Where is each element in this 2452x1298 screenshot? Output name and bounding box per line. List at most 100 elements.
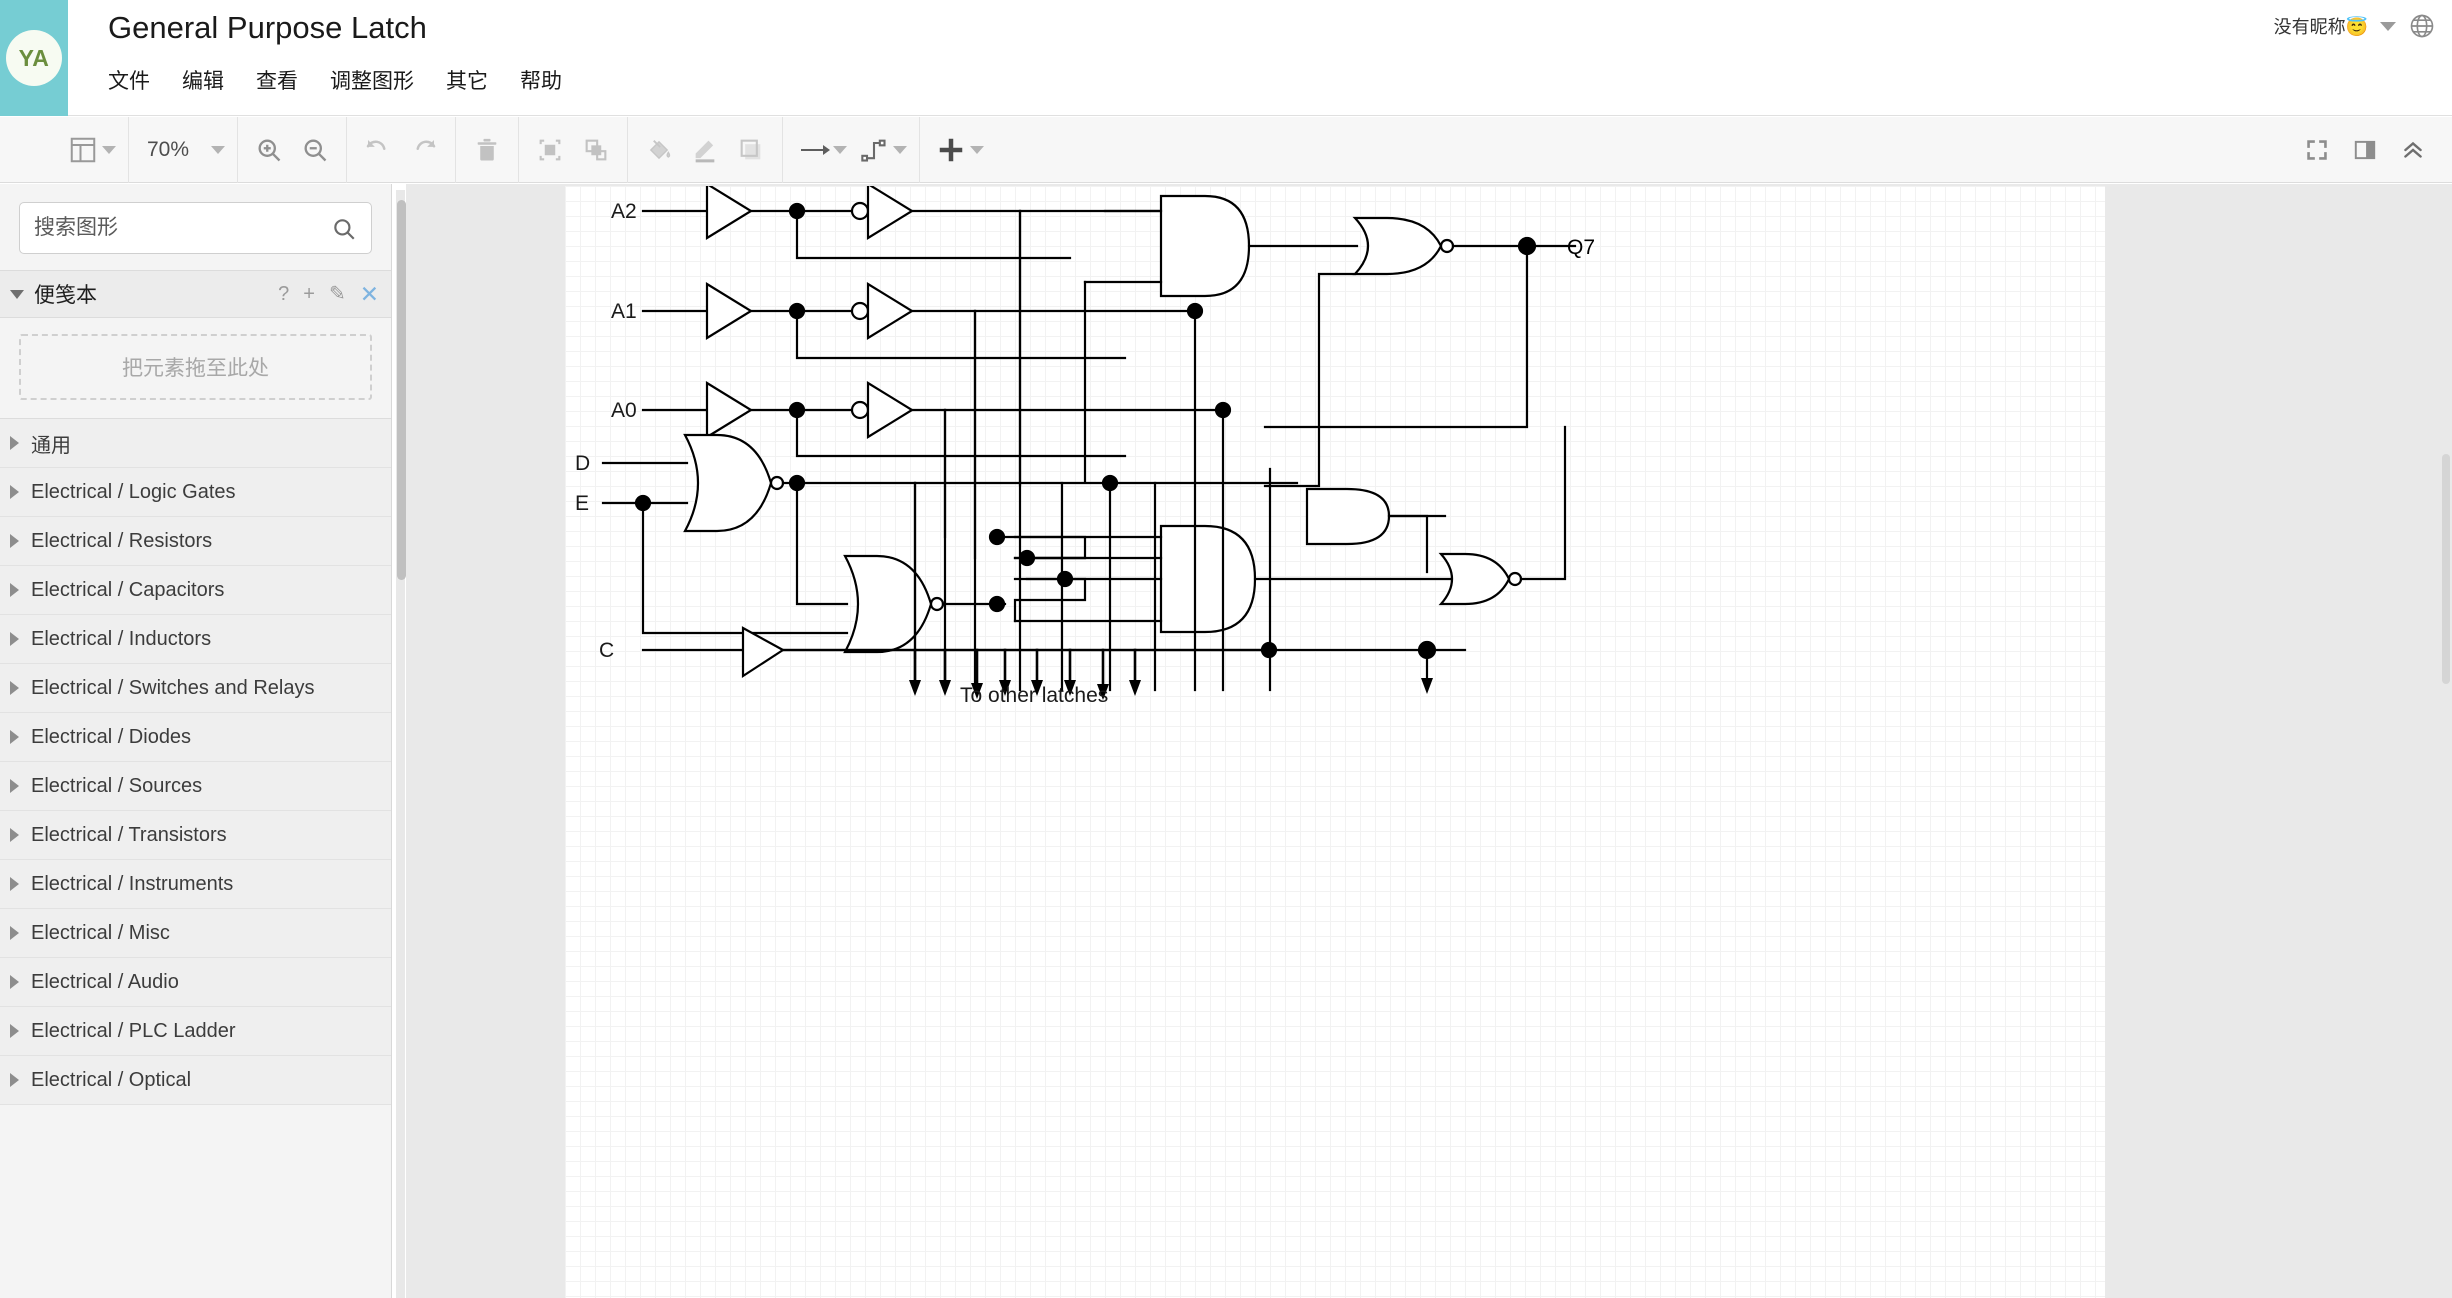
sidebar-scrollbar[interactable] xyxy=(396,190,406,1298)
palette-item-label: Electrical / Audio xyxy=(31,970,179,993)
shapes-sidebar: 便笺本 ? + ✎ ✕ 把元素拖至此处 通用 Electrical / Logi… xyxy=(0,184,392,1298)
user-name-label[interactable]: 没有昵称😇 xyxy=(2274,13,2368,39)
menu-item-arrange[interactable]: 调整图形 xyxy=(314,62,430,98)
palette-item-misc[interactable]: Electrical / Misc xyxy=(0,909,391,958)
search-input[interactable] xyxy=(20,216,371,240)
toolbar-group-style xyxy=(628,116,783,183)
trash-icon[interactable] xyxy=(464,127,510,173)
shadow-rect-icon[interactable] xyxy=(728,127,774,173)
zoom-level-value[interactable]: 70% xyxy=(137,138,199,162)
palette-item-audio[interactable]: Electrical / Audio xyxy=(0,958,391,1007)
fill-bucket-icon[interactable] xyxy=(636,127,682,173)
palette-item-resistors[interactable]: Electrical / Resistors xyxy=(0,517,391,566)
chevron-right-icon xyxy=(10,877,19,891)
close-icon[interactable]: ✕ xyxy=(360,282,379,306)
toolbar-group-insert xyxy=(920,117,996,183)
palette-item-capacitors[interactable]: Electrical / Capacitors xyxy=(0,566,391,615)
scratchpad-section-header[interactable]: 便笺本 ? + ✎ ✕ xyxy=(0,270,391,318)
elbow-connector-icon[interactable] xyxy=(851,127,897,173)
redo-icon[interactable] xyxy=(401,127,447,173)
help-icon[interactable]: ? xyxy=(278,284,289,304)
chevron-right-icon xyxy=(10,1073,19,1087)
palette-item-label: Electrical / Instruments xyxy=(31,872,234,895)
palette-item-label: 通用 xyxy=(31,434,71,457)
toolbar-right-cluster xyxy=(2294,127,2452,173)
layout-dropdown-caret-icon[interactable] xyxy=(102,145,116,154)
canvas-page[interactable]: Q7 A2 A1 A0 D E C To other latches xyxy=(565,186,2105,1298)
logo-initials: YA xyxy=(6,30,62,86)
toolbar-group-zoom-value: 70% xyxy=(129,116,238,183)
document-title[interactable]: General Purpose Latch xyxy=(108,10,427,46)
chevron-right-icon xyxy=(10,681,19,695)
insert-dropdown-caret-icon[interactable] xyxy=(970,145,984,154)
toolbar-group-connectors xyxy=(783,116,920,183)
zoom-dropdown-caret-icon[interactable] xyxy=(211,145,225,154)
app-root: YA General Purpose Latch 文件 编辑 查看 调整图形 其… xyxy=(0,0,2452,1298)
main-toolbar: 70% xyxy=(0,116,2452,183)
chevron-right-icon xyxy=(10,436,19,450)
scratchpad-title: 便笺本 xyxy=(34,284,97,307)
send-to-back-icon[interactable] xyxy=(573,127,619,173)
toolbar-group-view xyxy=(0,116,129,183)
palette-item-label: Electrical / Transistors xyxy=(31,823,227,846)
menu-item-extras[interactable]: 其它 xyxy=(430,62,504,98)
palette-item-label: Electrical / PLC Ladder xyxy=(31,1019,236,1042)
label-c: C xyxy=(599,639,614,662)
toolbar-group-delete xyxy=(456,116,519,183)
zoom-out-icon[interactable] xyxy=(292,127,338,173)
palette-item-label: Electrical / Misc xyxy=(31,921,170,944)
plus-icon[interactable] xyxy=(928,127,974,173)
menu-item-view[interactable]: 查看 xyxy=(240,62,314,98)
sidebar-scrollbar-thumb[interactable] xyxy=(397,200,406,580)
layout-panel-icon[interactable] xyxy=(60,127,106,173)
chevron-right-icon xyxy=(10,779,19,793)
palette-item-switches-and-relays[interactable]: Electrical / Switches and Relays xyxy=(0,664,391,713)
chevron-right-icon xyxy=(10,632,19,646)
palette-item-optical[interactable]: Electrical / Optical xyxy=(0,1056,391,1105)
label-a1: A1 xyxy=(611,300,637,323)
latch-circuit-diagram[interactable]: Q7 A2 A1 A0 D E C To other latches xyxy=(565,186,2105,1298)
palette-item-instruments[interactable]: Electrical / Instruments xyxy=(0,860,391,909)
palette-item-label: Electrical / Switches and Relays xyxy=(31,676,315,699)
label-a2: A2 xyxy=(611,200,637,223)
undo-icon[interactable] xyxy=(355,127,401,173)
fullscreen-icon[interactable] xyxy=(2294,127,2340,173)
search-box[interactable] xyxy=(19,202,372,254)
canvas-vertical-scrollbar[interactable] xyxy=(2442,454,2450,684)
chevron-right-icon xyxy=(10,926,19,940)
zoom-in-icon[interactable] xyxy=(246,127,292,173)
arrow-line-icon[interactable] xyxy=(791,127,837,173)
palette-item-transistors[interactable]: Electrical / Transistors xyxy=(0,811,391,860)
palette-item-sources[interactable]: Electrical / Sources xyxy=(0,762,391,811)
palette-item-diodes[interactable]: Electrical / Diodes xyxy=(0,713,391,762)
globe-icon[interactable] xyxy=(2408,12,2436,40)
palette-item-logic-gates[interactable]: Electrical / Logic Gates xyxy=(0,468,391,517)
add-icon[interactable]: + xyxy=(303,284,315,304)
palette-item-label: Electrical / Sources xyxy=(31,774,203,797)
format-panel-icon[interactable] xyxy=(2342,127,2388,173)
palette-item-label: Electrical / Capacitors xyxy=(31,578,225,601)
app-header: YA General Purpose Latch 文件 编辑 查看 调整图形 其… xyxy=(0,0,2452,116)
app-logo[interactable]: YA xyxy=(0,0,68,116)
palette-item-plc-ladder[interactable]: Electrical / PLC Ladder xyxy=(0,1007,391,1056)
label-e: E xyxy=(575,492,589,515)
scratchpad-dropzone[interactable]: 把元素拖至此处 xyxy=(19,334,372,400)
chevron-up-double-icon[interactable] xyxy=(2390,127,2436,173)
chevron-down-icon[interactable] xyxy=(10,289,24,299)
label-d: D xyxy=(575,452,590,475)
bring-to-front-icon[interactable] xyxy=(527,127,573,173)
waypoint-style-caret-icon[interactable] xyxy=(893,145,907,154)
chevron-down-icon[interactable] xyxy=(2380,21,2396,31)
menu-item-file[interactable]: 文件 xyxy=(108,62,166,98)
pencil-line-icon[interactable] xyxy=(682,127,728,173)
search-icon[interactable] xyxy=(331,216,357,247)
edit-pencil-icon[interactable]: ✎ xyxy=(329,284,346,304)
menu-item-help[interactable]: 帮助 xyxy=(504,62,578,98)
arrow-style-caret-icon[interactable] xyxy=(833,145,847,154)
search-wrapper xyxy=(0,184,391,270)
menu-item-edit[interactable]: 编辑 xyxy=(166,62,240,98)
palette-item-inductors[interactable]: Electrical / Inductors xyxy=(0,615,391,664)
palette-item-general[interactable]: 通用 xyxy=(0,419,391,468)
toolbar-group-history xyxy=(347,116,456,183)
diagram-canvas[interactable]: Q7 A2 A1 A0 D E C To other latches xyxy=(406,184,2452,1298)
